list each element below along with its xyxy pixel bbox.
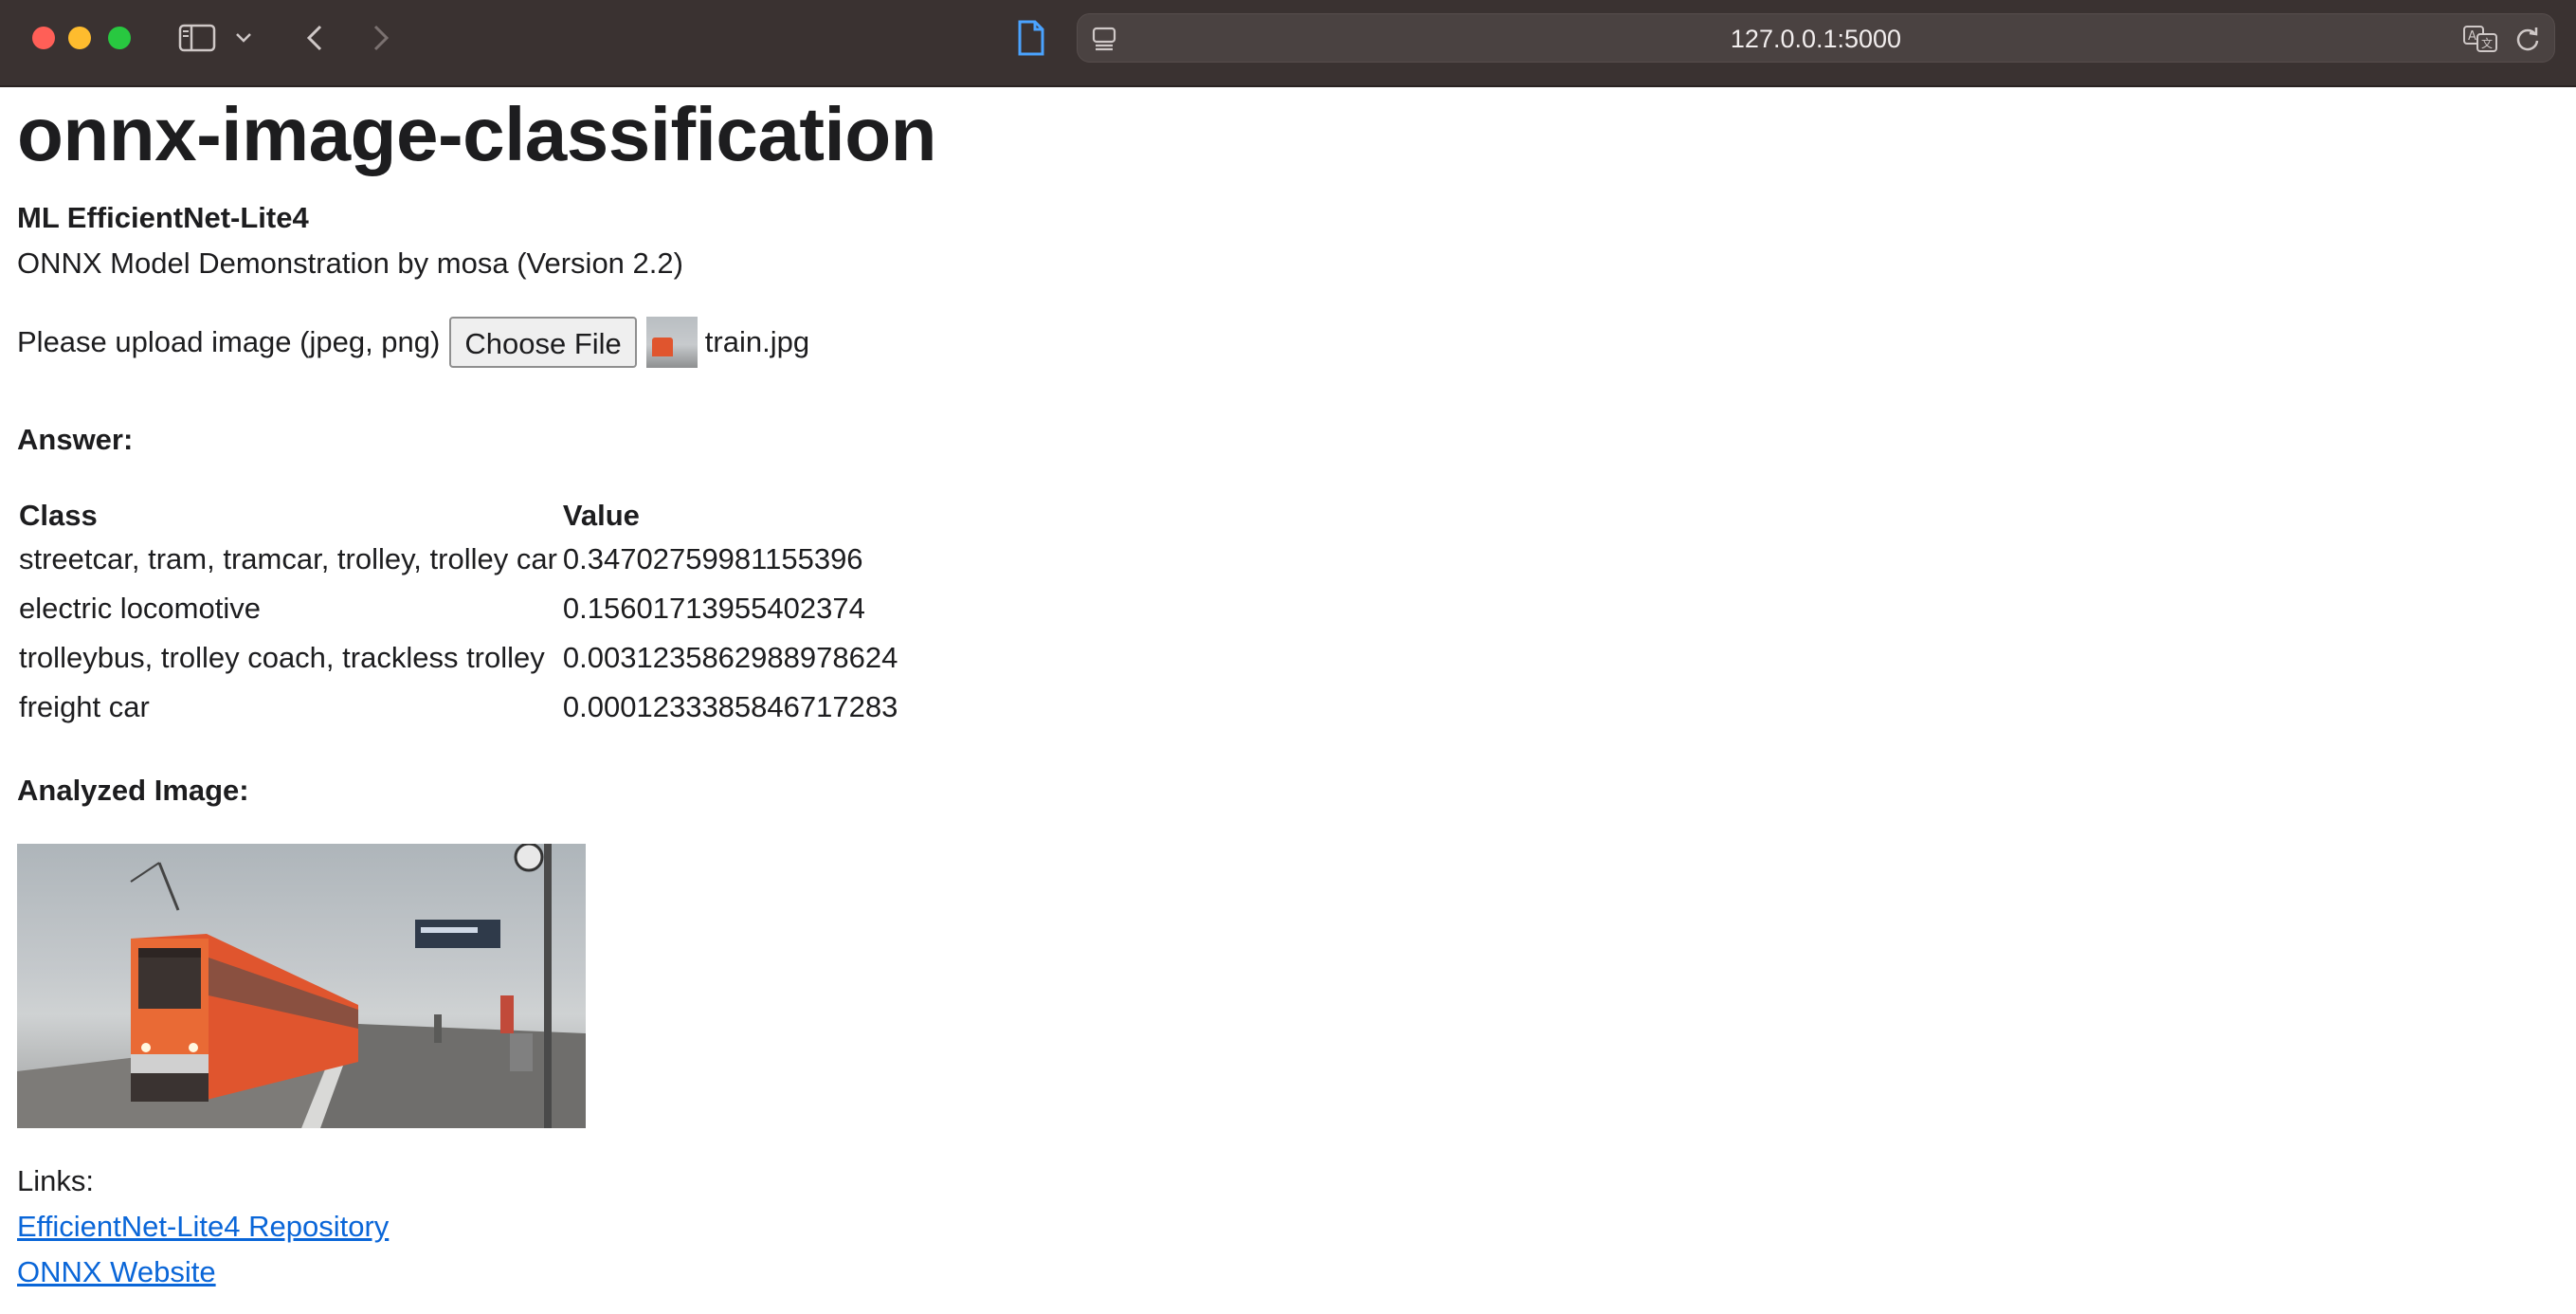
answer-heading: Answer:: [17, 423, 134, 456]
page-document-icon: [1010, 17, 1052, 59]
table-row: electric locomotive 0.15601713955402374: [17, 584, 901, 633]
maximize-window-button[interactable]: [108, 27, 131, 49]
svg-text:文: 文: [2481, 36, 2493, 50]
results-table: Class Value streetcar, tram, tramcar, tr…: [17, 485, 901, 732]
selected-file-name: train.jpg: [704, 325, 810, 358]
table-row: streetcar, tram, tramcar, trolley, troll…: [17, 535, 901, 584]
reload-icon[interactable]: [2507, 18, 2549, 60]
class-cell: freight car: [19, 690, 150, 723]
column-header-class: Class: [19, 499, 98, 532]
minimize-window-button[interactable]: [68, 27, 91, 49]
page-content: onnx-image-classification ML EfficientNe…: [17, 87, 2576, 1314]
forward-icon[interactable]: [360, 17, 402, 59]
value-cell: 0.15601713955402374: [562, 592, 865, 625]
svg-text:A: A: [2468, 29, 2476, 44]
analyzed-image: [17, 844, 586, 1128]
browser-toolbar: 127.0.0.1:5000 A文: [0, 0, 2576, 87]
model-description: ONNX Model Demonstration by mosa (Versio…: [17, 246, 683, 280]
url-text[interactable]: 127.0.0.1:5000: [1078, 14, 2554, 64]
translate-icon[interactable]: A文: [2459, 18, 2501, 60]
links-label: Links:: [17, 1164, 94, 1197]
upload-row: Please upload image (jpeg, png) Choose F…: [17, 315, 809, 370]
upload-label: Please upload image (jpeg, png): [17, 325, 441, 358]
address-bar[interactable]: 127.0.0.1:5000 A文: [1077, 13, 2555, 63]
column-header-value: Value: [562, 499, 640, 532]
choose-file-button[interactable]: Choose File: [449, 317, 637, 368]
chevron-down-icon[interactable]: [229, 17, 258, 59]
class-cell: electric locomotive: [19, 592, 261, 625]
table-header-row: Class Value: [17, 485, 901, 535]
class-cell: trolleybus, trolley coach, trackless tro…: [19, 641, 545, 674]
page-title: onnx-image-classification: [17, 92, 936, 176]
analyzed-image-heading: Analyzed Image:: [17, 774, 249, 807]
value-cell: 0.34702759981155396: [562, 542, 863, 575]
onnx-website-link[interactable]: ONNX Website: [17, 1253, 216, 1291]
value-cell: 0.0001233385846717283: [562, 690, 898, 723]
model-name: ML EfficientNet-Lite4: [17, 201, 309, 234]
back-icon[interactable]: [294, 17, 336, 59]
file-thumbnail: [645, 317, 698, 368]
table-row: freight car 0.0001233385846717283: [17, 683, 901, 732]
efficientnet-repository-link[interactable]: EfficientNet-Lite4 Repository: [17, 1208, 389, 1246]
table-row: trolleybus, trolley coach, trackless tro…: [17, 633, 901, 683]
value-cell: 0.0031235862988978624: [562, 641, 898, 674]
sidebar-toggle-icon[interactable]: [176, 17, 218, 59]
class-cell: streetcar, tram, tramcar, trolley, troll…: [19, 542, 557, 575]
close-window-button[interactable]: [32, 27, 55, 49]
